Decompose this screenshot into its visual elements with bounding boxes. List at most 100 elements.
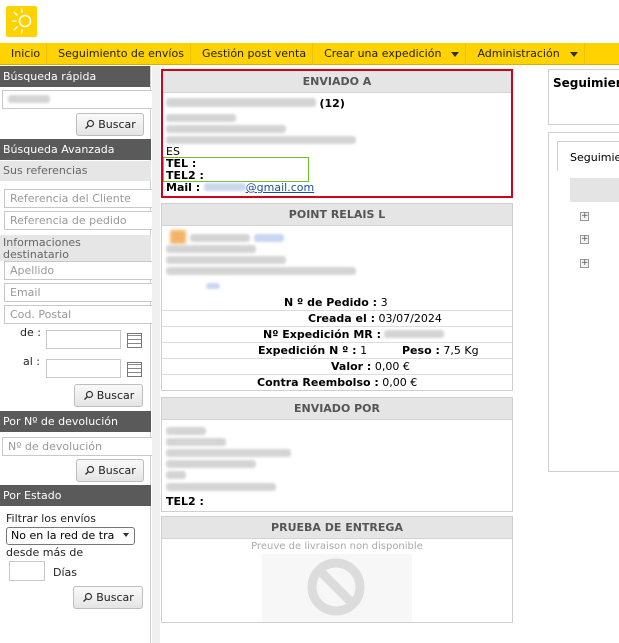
return-search-button[interactable]: Buscar — [76, 459, 144, 482]
button-label: Buscar — [98, 118, 136, 131]
select-value: No en la red de tra — [11, 529, 115, 542]
nav-administration[interactable]: Administración — [466, 43, 585, 65]
calendar-icon[interactable] — [127, 333, 142, 348]
expand-icon[interactable]: + — [580, 259, 589, 268]
cod-label: Contra Reembolso : — [257, 376, 379, 389]
mail-label: Mail : — [166, 181, 201, 194]
tracking-title: Seguimien — [553, 76, 619, 90]
nav-label: Gestión post venta — [201, 47, 307, 60]
nav-inicio[interactable]: Inicio — [0, 43, 48, 65]
expand-icon[interactable]: + — [580, 212, 589, 221]
date-to-input[interactable] — [46, 359, 121, 378]
surname-input[interactable]: Apellido — [4, 261, 159, 280]
relay-address-line — [166, 265, 356, 278]
not-available-icon — [307, 558, 365, 616]
recipient-name: (12) — [166, 97, 345, 110]
created-label: Creada el : — [308, 312, 375, 325]
date-to-label: al : — [23, 355, 40, 368]
relay-logo — [170, 230, 186, 244]
advanced-search-title: Búsqueda Avanzada — [0, 139, 151, 160]
created-row: Creada el : 03/07/2024 — [308, 312, 442, 325]
recipient-count: (12) — [319, 97, 345, 110]
tracking-table-header — [570, 178, 619, 202]
quick-search-title: Búsqueda rápida — [0, 66, 150, 87]
recipient-info-title: Informaciones destinatario — [0, 235, 151, 261]
created-value: 03/07/2024 — [378, 312, 442, 325]
sent-by-title: ENVIADO POR — [162, 398, 512, 420]
date-from-input[interactable] — [46, 330, 121, 349]
value-value: 0,00 € — [374, 360, 410, 373]
quick-search-button[interactable]: Buscar — [76, 113, 144, 136]
expedition-row: Expedición N º : 1 — [258, 344, 367, 357]
tracking-tab-label: Seguimie — [570, 151, 619, 164]
mail-link[interactable]: @gmail.com — [246, 181, 315, 194]
tracking-box: Seguimien — [548, 69, 619, 125]
postcode-input[interactable]: Cod. Postal — [4, 305, 159, 324]
return-search-title: Por Nº de devolución — [0, 411, 151, 432]
brand-logo[interactable] — [6, 6, 37, 37]
refs-title: Sus referencias — [0, 161, 151, 181]
mr-expedition-row: Nº Expedición MR : — [263, 328, 445, 341]
nav-label: Inicio — [11, 47, 41, 60]
nav-label: Administración — [477, 47, 560, 60]
divider — [162, 326, 512, 327]
cod-value: 0,00 € — [382, 376, 418, 389]
advanced-search-button[interactable]: Buscar — [74, 384, 143, 407]
button-label: Buscar — [98, 464, 136, 477]
client-ref-input[interactable]: Referencia del Cliente — [4, 189, 159, 208]
main-nav: Inicio Seguimiento de envíos Gestión pos… — [0, 43, 619, 65]
return-number-input[interactable]: Nº de devolución — [2, 437, 158, 456]
order-number-row: N º de Pedido : 3 — [284, 296, 388, 309]
status-search-button[interactable]: Buscar — [73, 586, 143, 609]
relay-title: POINT RELAIS L — [162, 204, 512, 226]
cod-row: Contra Reembolso : 0,00 € — [257, 376, 417, 389]
expedition-label: Expedición N º : — [258, 344, 357, 357]
sidebar-scrollbar[interactable] — [152, 66, 160, 643]
expedition-value: 1 — [360, 344, 368, 357]
email-input[interactable]: Email — [4, 283, 159, 302]
weight-label: Peso : — [402, 344, 440, 357]
divider — [162, 374, 512, 375]
weight-value: 7,5 Kg — [443, 344, 479, 357]
nav-after-sales[interactable]: Gestión post venta — [191, 43, 314, 65]
date-from-label: de : — [20, 326, 41, 339]
search-icon — [83, 592, 93, 602]
quick-search-input[interactable] — [2, 90, 158, 109]
relay-address-line — [206, 279, 220, 292]
divider — [162, 342, 512, 343]
button-label: Buscar — [96, 591, 134, 604]
days-label: Días — [53, 566, 77, 579]
order-ref-input[interactable]: Referencia de pedido — [4, 211, 159, 230]
divider — [162, 358, 512, 359]
chevron-down-icon — [569, 51, 578, 57]
status-select[interactable]: No en la red de tra — [6, 527, 135, 545]
order-number-label: N º de Pedido : — [284, 296, 378, 309]
since-label: desde más de — [6, 546, 84, 559]
nav-label: Seguimiento de envíos — [58, 47, 184, 60]
delivery-proof-note: Preuve de livraison non disponible — [251, 541, 423, 552]
sender-tel2-label: TEL2 : — [166, 495, 204, 508]
sender-line — [166, 481, 276, 494]
search-icon — [85, 465, 95, 475]
calendar-icon[interactable] — [127, 362, 142, 377]
value-label: Valor : — [331, 360, 372, 373]
delivery-proof-title: PRUEBA DE ENTREGA — [162, 517, 512, 539]
search-icon — [85, 119, 95, 129]
status-search-title: Por Estado — [0, 485, 151, 506]
sent-to-title: ENVIADO A — [163, 71, 511, 93]
chevron-down-icon — [451, 51, 460, 57]
tracking-tab[interactable]: Seguimie — [557, 141, 619, 171]
nav-create-expedition[interactable]: Crear una expedición — [313, 43, 467, 65]
value-row: Valor : 0,00 € — [331, 360, 410, 373]
divider — [162, 310, 512, 311]
chevron-down-icon — [123, 533, 129, 537]
expand-icon[interactable]: + — [580, 235, 589, 244]
mail-row: Mail : @gmail.com — [166, 181, 314, 194]
nav-label: Crear una expedición — [324, 47, 442, 60]
filter-label: Filtrar los envíos — [6, 512, 97, 525]
days-input[interactable] — [9, 561, 45, 581]
order-number-value: 3 — [380, 296, 388, 309]
nav-tracking[interactable]: Seguimiento de envíos — [47, 43, 191, 65]
search-icon — [83, 390, 93, 400]
mr-expedition-label: Nº Expedición MR : — [263, 328, 381, 341]
